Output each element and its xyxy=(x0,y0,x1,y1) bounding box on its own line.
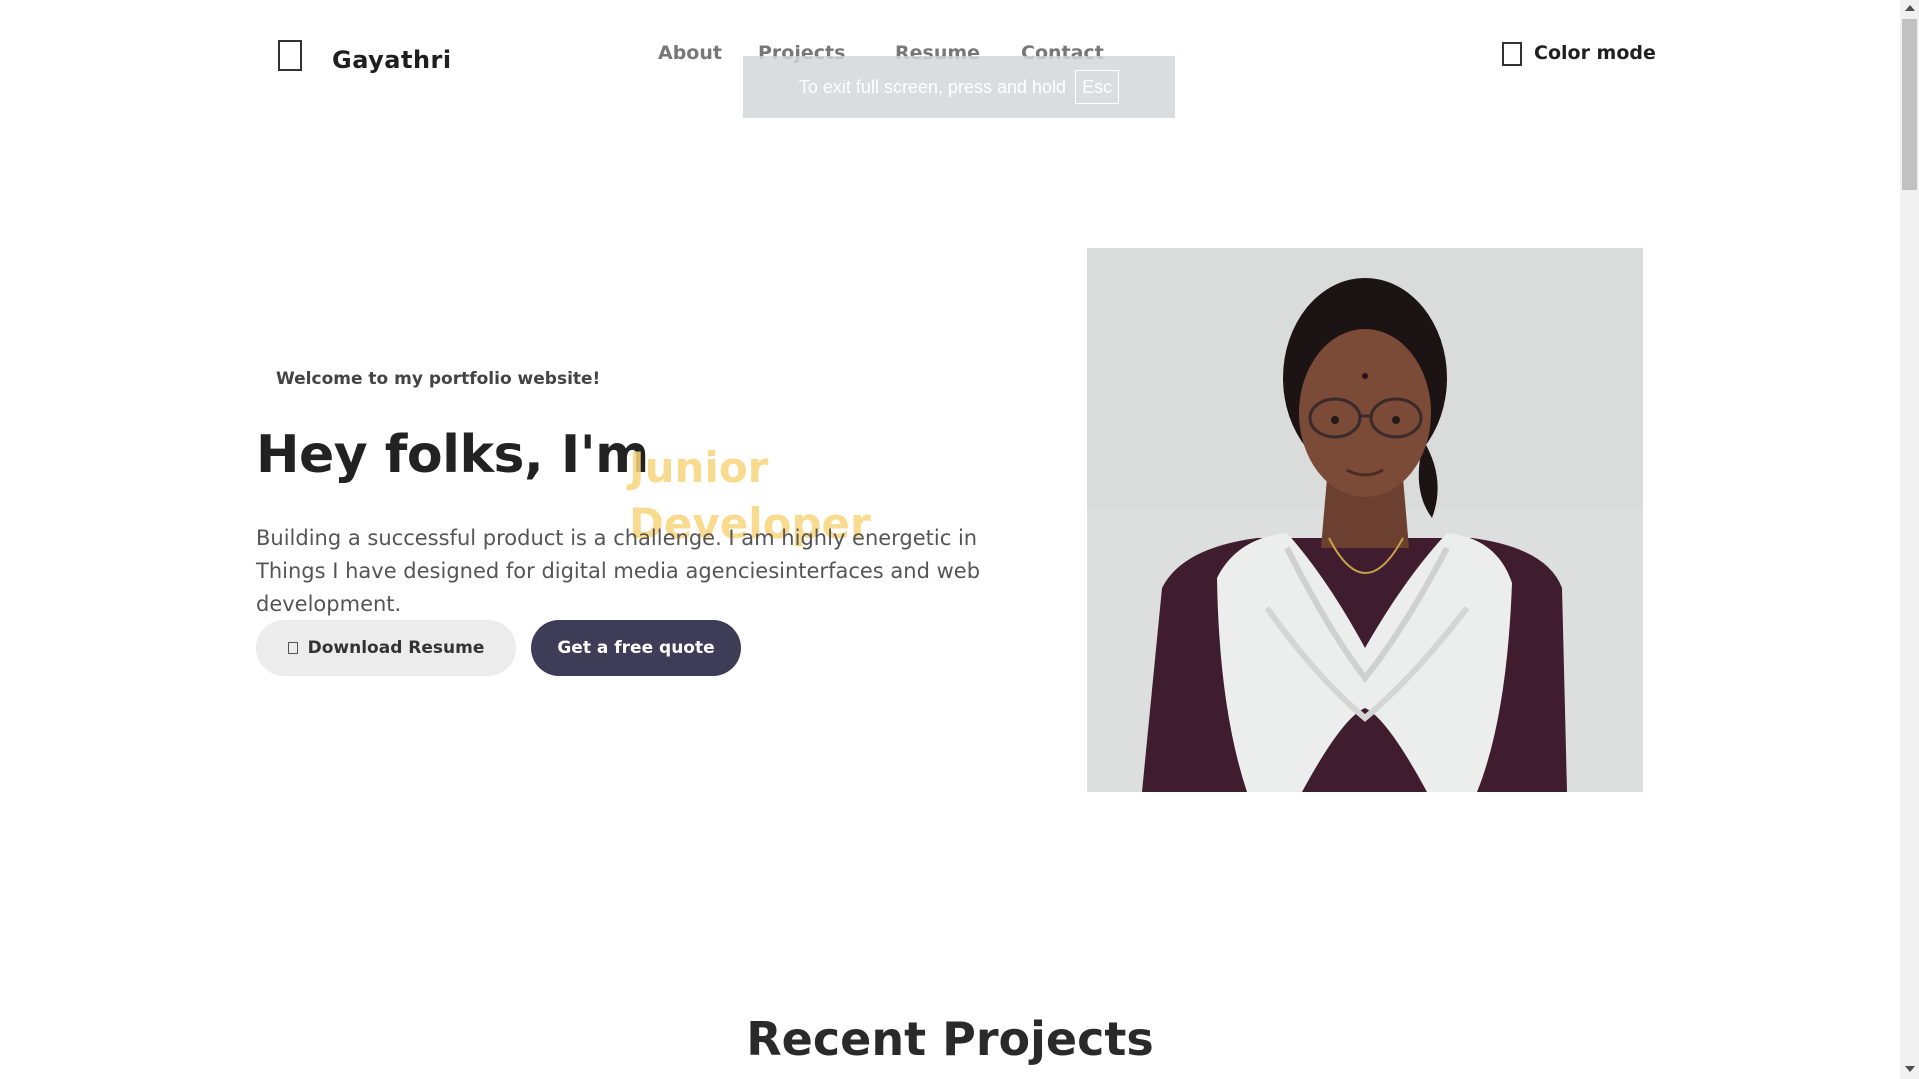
free-quote-button[interactable]: Get a free quote xyxy=(531,620,741,676)
color-mode-checkbox-icon[interactable] xyxy=(1502,42,1522,66)
welcome-text: Welcome to my portfolio website! xyxy=(276,369,601,389)
section-title-recent-projects: Recent Projects xyxy=(746,1012,1154,1066)
page: Gayathri About Projects Resume Contact C… xyxy=(0,0,1900,1079)
scrollbar-thumb[interactable] xyxy=(1902,19,1917,190)
hero-title: Hey folks, I'm xyxy=(256,425,649,485)
hero-description: Building a successful product is a chall… xyxy=(256,526,981,616)
fullscreen-exit-toast: To exit full screen, press and hold Esc xyxy=(743,56,1175,118)
download-resume-label: Download Resume xyxy=(307,638,485,658)
brand-name[interactable]: Gayathri xyxy=(332,46,452,74)
logo-icon[interactable] xyxy=(278,40,302,71)
toast-text: To exit full screen, press and hold xyxy=(798,76,1067,97)
download-resume-button[interactable]: Download Resume xyxy=(256,620,516,676)
download-icon xyxy=(287,642,298,654)
esc-key-hint: Esc xyxy=(1075,70,1120,104)
scroll-down-arrow-icon[interactable] xyxy=(1905,1066,1915,1072)
nav-about[interactable]: About xyxy=(658,42,722,64)
profile-photo xyxy=(1087,248,1643,792)
scroll-up-arrow-icon[interactable] xyxy=(1905,5,1915,11)
color-mode-label[interactable]: Color mode xyxy=(1534,42,1656,64)
